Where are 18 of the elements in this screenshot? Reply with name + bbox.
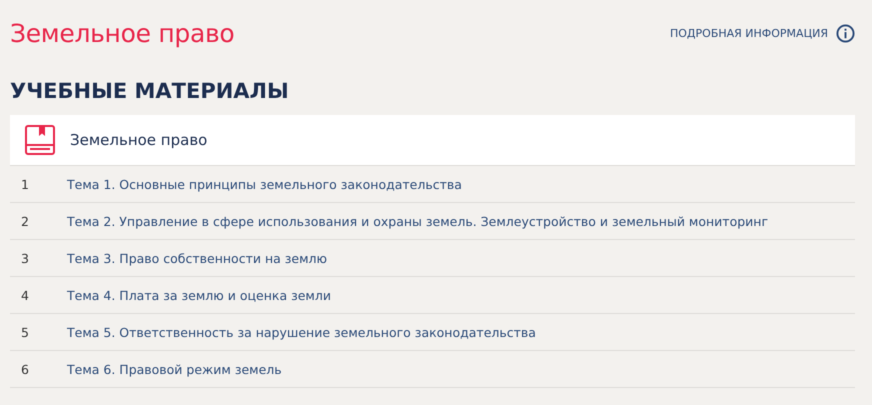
section-heading: УЧЕБНЫЕ МАТЕРИАЛЫ — [10, 78, 290, 105]
topic-number: 2 — [20, 214, 30, 228]
topic-link[interactable]: Тема 6. Правовой режим земель — [67, 362, 282, 376]
topic-number: 5 — [20, 324, 30, 340]
info-icon — [836, 24, 855, 42]
topic-link[interactable]: Тема 2. Управление в сфере использования и охраны земель. Землеустройство и земельный мониторинг — [67, 214, 768, 228]
page-title: Земельное право — [10, 18, 234, 48]
topic-number: 1 — [20, 176, 30, 192]
topic-link[interactable]: Тема 1. Основные принципы земельного законодательства — [67, 176, 462, 192]
topic-link[interactable]: Тема 5. Ответственность за нарушение земельного законодательства — [67, 324, 536, 340]
topic-link[interactable]: Тема 4. Плата за землю и оценка земли — [67, 288, 331, 302]
topic-number: 4 — [20, 288, 30, 302]
info-link[interactable]: ПОДРОБНАЯ ИНФОРМАЦИЯ — [670, 24, 855, 42]
book-icon — [24, 124, 56, 156]
topic-number: 3 — [20, 250, 30, 266]
course-title: Земельное право — [70, 131, 208, 149]
topic-link[interactable]: Тема 3. Право собственности на землю — [67, 250, 328, 266]
topic-number: 6 — [20, 362, 30, 376]
